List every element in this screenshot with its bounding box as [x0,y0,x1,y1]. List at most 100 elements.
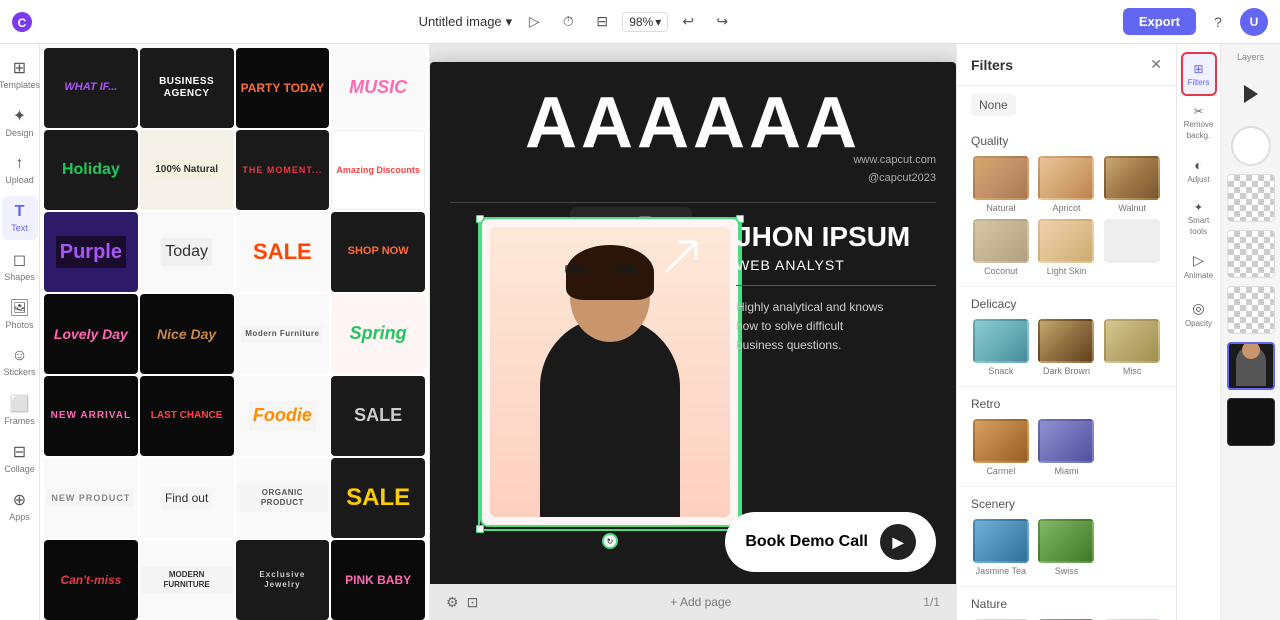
thumbnail-strip: Layers [1220,44,1280,620]
filter-thumb [1038,519,1094,563]
avatar[interactable]: U [1240,8,1268,36]
filter-item-coconut[interactable]: Coconut [971,219,1031,276]
layout-icon[interactable]: ⊟ [588,8,616,36]
template-item[interactable]: LAST CHANCE [140,376,234,456]
sidebar-item-label: Collage [4,464,35,474]
filter-none-button[interactable]: None [971,94,1016,116]
canvas[interactable]: AAAAAA www.capcut.com @capcut2023 ↻ ⊞ ⇌ … [430,62,956,602]
play-icon[interactable]: ▷ [520,8,548,36]
template-item[interactable]: Holiday [44,130,138,210]
template-item[interactable]: Nice Day [140,294,234,374]
template-item[interactable]: SALE [331,376,425,456]
template-item[interactable]: SALE [331,458,425,538]
zoom-control[interactable]: 98% ▾ [622,12,668,32]
canvas-info: JHON IPSUM WEB ANALYST Highly analytical… [736,222,936,355]
template-item[interactable]: Spring [331,294,425,374]
template-item[interactable]: THE MOMENT... [236,130,330,210]
filter-section-delicacy: Delicacy Snack Dark Brown Misc [957,287,1176,387]
template-item[interactable]: Exclusive Jewelry [236,540,330,620]
template-item[interactable]: Foodie [236,376,330,456]
filter-item-jasminetea[interactable]: Jasmine Tea [971,519,1031,576]
template-item[interactable]: Lovely Day [44,294,138,374]
template-item[interactable]: MUSIC [331,48,425,128]
template-label: WHAT IF... [60,77,121,98]
filters-panel-icon: ⊞ [1193,62,1203,76]
sidebar-item-design[interactable]: ✦ Design [2,100,38,144]
main-layout: ⊞ Templates ✦ Design ↑ Upload T Text ◻ S… [0,44,1280,620]
template-item[interactable]: NEW PRODUCT [44,458,138,538]
filter-item-apricot[interactable]: Apricot [1037,156,1097,213]
settings-icon[interactable]: ⚙ [446,594,459,611]
template-item[interactable]: SHOP NOW [331,212,425,292]
sidebar-item-apps[interactable]: ⊕ Apps [2,484,38,528]
template-label: Nice Day [153,322,220,347]
redo-icon[interactable]: ↪ [708,8,736,36]
smarttools-icon: ✦ [1194,201,1203,214]
filter-item-natural[interactable]: Natural [971,156,1031,213]
canva-logo-icon[interactable]: C [12,12,32,32]
template-item[interactable]: PARTY TODAY [236,48,330,128]
sidebar-item-templates[interactable]: ⊞ Templates [2,52,38,96]
sidebar-item-frames[interactable]: ⬜ Frames [2,388,38,432]
right-tool-filters[interactable]: ⊞ Filters [1181,52,1217,96]
template-item[interactable]: PINK BABY [331,540,425,620]
topbar-left: C [12,12,32,32]
sidebar-item-photos[interactable]: 🖼 Photos [2,292,38,336]
template-label: PINK BABY [341,569,415,591]
help-icon[interactable]: ? [1204,8,1232,36]
filter-item-darkbrown[interactable]: Dark Brown [1037,319,1097,376]
sidebar-item-collage[interactable]: ⊟ Collage [2,436,38,480]
topbar-controls: ▷ ⏱ ⊟ 98% ▾ ↩ ↪ [520,8,736,36]
canvas-area[interactable]: AAAAAA www.capcut.com @capcut2023 ↻ ⊞ ⇌ … [430,44,956,620]
filter-item-carmel[interactable]: Carmel [971,419,1031,476]
template-item[interactable]: Purple [44,212,138,292]
canvas-cta-button[interactable]: Book Demo Call ▶ [725,512,936,572]
template-item[interactable]: Amazing Discounts [331,130,425,210]
play-preview-button[interactable] [1227,70,1275,118]
filter-item-miami[interactable]: Miami [1037,419,1097,476]
add-page-button[interactable]: + Add page [670,595,731,609]
right-tool-opacity[interactable]: ◎ Opacity [1181,292,1217,336]
template-item[interactable]: BUSINESS AGENCY [140,48,234,128]
template-item[interactable]: ORGANIC PRODUCT [236,458,330,538]
resize-handle-bl[interactable] [476,525,484,533]
right-tool-smarttools[interactable]: ✦ Smart tools [1181,196,1217,240]
right-tool-removebg[interactable]: ✂ Remove backg. [1181,100,1217,144]
template-item[interactable]: Find out [140,458,234,538]
template-item[interactable]: Today [140,212,234,292]
canvas-line [450,202,936,203]
template-item[interactable]: SALE [236,212,330,292]
filter-item-snack[interactable]: Snack [971,319,1031,376]
sidebar-item-label: Text [11,223,28,233]
sidebar-item-stickers[interactable]: ☺ Stickers [2,340,38,384]
sidebar-item-text[interactable]: T Text [2,196,38,240]
sidebar-item-label: Photos [5,320,33,330]
filters-close-button[interactable]: ✕ [1150,56,1162,73]
template-item[interactable]: Can't-miss [44,540,138,620]
rotate-handle[interactable]: ↻ [602,533,618,549]
undo-icon[interactable]: ↩ [674,8,702,36]
sidebar-item-shapes[interactable]: ◻ Shapes [2,244,38,288]
sidebar-item-upload[interactable]: ↑ Upload [2,148,38,192]
template-item[interactable]: NEW ARRIVAL [44,376,138,456]
template-label: THE MOMENT... [238,161,326,180]
template-item[interactable]: Modern Furniture [236,294,330,374]
template-item[interactable]: WHAT IF... [44,48,138,128]
templates-grid: WHAT IF... BUSINESS AGENCY PARTY TODAY M… [40,44,429,620]
filter-item-swiss[interactable]: Swiss [1037,519,1097,576]
dark-layer-thumb[interactable] [1227,398,1275,446]
document-title[interactable]: Untitled image ▾ [419,14,513,30]
timer-icon[interactable]: ⏱ [554,8,582,36]
filter-item-lightskin[interactable]: Light Skin [1037,219,1097,276]
template-item[interactable]: 100% Natural [140,130,234,210]
template-item[interactable]: MODERN FURNITURE [140,540,234,620]
export-button[interactable]: Export [1123,8,1196,35]
zoom-fit-icon[interactable]: ⊡ [467,594,479,611]
left-sidebar: ⊞ Templates ✦ Design ↑ Upload T Text ◻ S… [0,44,40,620]
filter-item-walnut[interactable]: Walnut [1102,156,1162,213]
right-tool-animate[interactable]: ▷ Animate [1181,244,1217,288]
filter-item-misc[interactable]: Misc [1102,319,1162,376]
right-tool-label: Animate [1184,271,1213,280]
person-layer-thumb[interactable] [1227,342,1275,390]
right-tool-adjust[interactable]: ◐ Adjust [1181,148,1217,192]
